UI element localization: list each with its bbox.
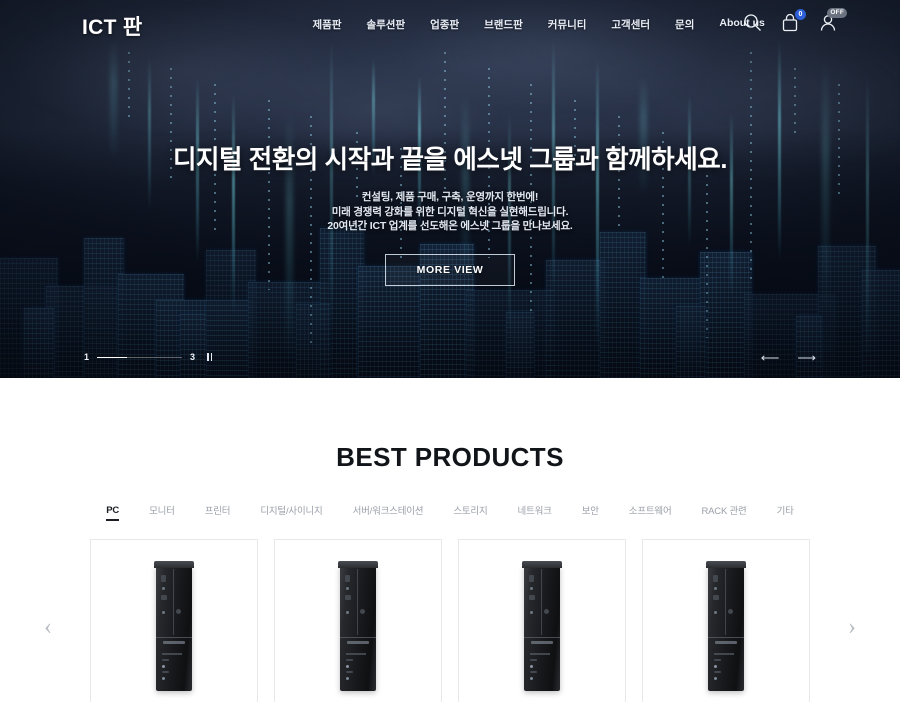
tab-4[interactable]: 디지털/사이니지	[245, 503, 337, 517]
more-view-button[interactable]: MORE VIEW	[384, 253, 516, 286]
product-category-tabs: PC 모니터 프린터 디지털/사이니지 서버/워크스테이션 스토리지 네트워크 보안 소프트웨어…	[0, 503, 900, 521]
pause-icon[interactable]	[207, 353, 213, 361]
chevron-right-icon[interactable]: ›	[848, 615, 856, 639]
user-icon[interactable]: OFF	[819, 8, 847, 33]
cart-badge: 0	[795, 9, 806, 20]
hero-title: 디지털 전환의 시작과 끝을 에스넷 그룹과 함께하세요.	[172, 146, 728, 174]
product-card[interactable]	[642, 539, 810, 702]
building	[676, 306, 706, 378]
tab-1[interactable]: PC	[91, 505, 134, 521]
hero-subtitle-line-2: 미래 경쟁력 강화를 위한 디지털 혁신을 실현해드립니다.	[331, 205, 569, 218]
best-products-section: BEST PRODUCTS PC 모니터 프린터 디지털/사이니지 서버/워크스테이션 스…	[0, 442, 900, 702]
search-icon[interactable]	[743, 13, 762, 33]
nav-item-5[interactable]: 커뮤니티	[535, 17, 599, 32]
page-title: BEST PRODUCTS	[336, 442, 564, 472]
hero-banner: ICT 판 제품판 솔루션판 업종판 브랜드판 커뮤니티 고객센터 문의 About us 0	[0, 0, 900, 378]
arrow-left-icon[interactable]: ⟵	[761, 351, 780, 364]
product-card[interactable]	[458, 539, 626, 702]
tab-6[interactable]: 스토리지	[438, 503, 502, 517]
hero-subtitle: 컨설팅, 제품 구매, 구축, 운영까지 한번에! 미래 경쟁력 강화를 위한 디…	[0, 190, 900, 234]
product-image	[150, 560, 198, 693]
product-carousel: ‹ ›	[0, 539, 900, 702]
slide-total-count: 3	[190, 352, 196, 362]
nav-item-7[interactable]: 문의	[663, 17, 707, 32]
tab-9[interactable]: 소프트웨어	[614, 503, 687, 517]
site-header: ICT 판 제품판 솔루션판 업종판 브랜드판 커뮤니티 고객센터 문의 About us 0	[0, 0, 900, 48]
product-image	[518, 560, 566, 693]
product-image	[334, 560, 382, 693]
main-navigation: 제품판 솔루션판 업종판 브랜드판 커뮤니티 고객센터 문의 About us	[300, 17, 777, 32]
slide-progress-fill	[97, 356, 128, 358]
chevron-left-icon[interactable]: ‹	[44, 615, 52, 639]
building	[796, 316, 822, 378]
tab-3[interactable]: 프린터	[190, 503, 246, 517]
nav-item-4[interactable]: 브랜드판	[472, 17, 536, 32]
tab-2[interactable]: 모니터	[134, 503, 190, 517]
tab-7[interactable]: 네트워크	[503, 503, 567, 517]
building	[24, 308, 54, 378]
hero-subtitle-line-1: 컨설팅, 제품 구매, 구축, 운영까지 한번에!	[361, 191, 539, 203]
building	[180, 314, 206, 378]
cart-icon[interactable]: 0	[781, 9, 806, 33]
product-card[interactable]	[90, 539, 258, 702]
header-icon-group: 0 OFF	[743, 8, 847, 33]
hero-slider-arrows: ⟵ ⟶	[761, 351, 816, 364]
tab-5[interactable]: 서버/워크스테이션	[338, 503, 439, 517]
nav-item-6[interactable]: 고객센터	[599, 17, 663, 32]
nav-item-3[interactable]: 업종판	[418, 17, 472, 32]
tab-8[interactable]: 보안	[567, 503, 614, 517]
site-logo[interactable]: ICT 판	[82, 11, 142, 41]
building	[296, 304, 330, 378]
slide-progress-track[interactable]	[97, 356, 183, 358]
hero-subtitle-line-3: 20여년간 ICT 업계를 선도해온 에스넷 그룹을 만나보세요.	[327, 220, 573, 232]
product-card-row	[0, 539, 900, 702]
user-status-badge: OFF	[827, 8, 847, 18]
tab-10[interactable]: RACK 관련	[686, 503, 761, 517]
arrow-right-icon[interactable]: ⟶	[797, 351, 816, 364]
tab-11[interactable]: 기타	[762, 503, 809, 517]
hero-slider-progress: 1 3	[84, 352, 213, 362]
nav-item-2[interactable]: 솔루션판	[354, 17, 418, 32]
product-image	[702, 560, 750, 693]
slide-current-index: 1	[84, 352, 90, 362]
product-card[interactable]	[274, 539, 442, 702]
nav-item-1[interactable]: 제품판	[300, 17, 354, 32]
